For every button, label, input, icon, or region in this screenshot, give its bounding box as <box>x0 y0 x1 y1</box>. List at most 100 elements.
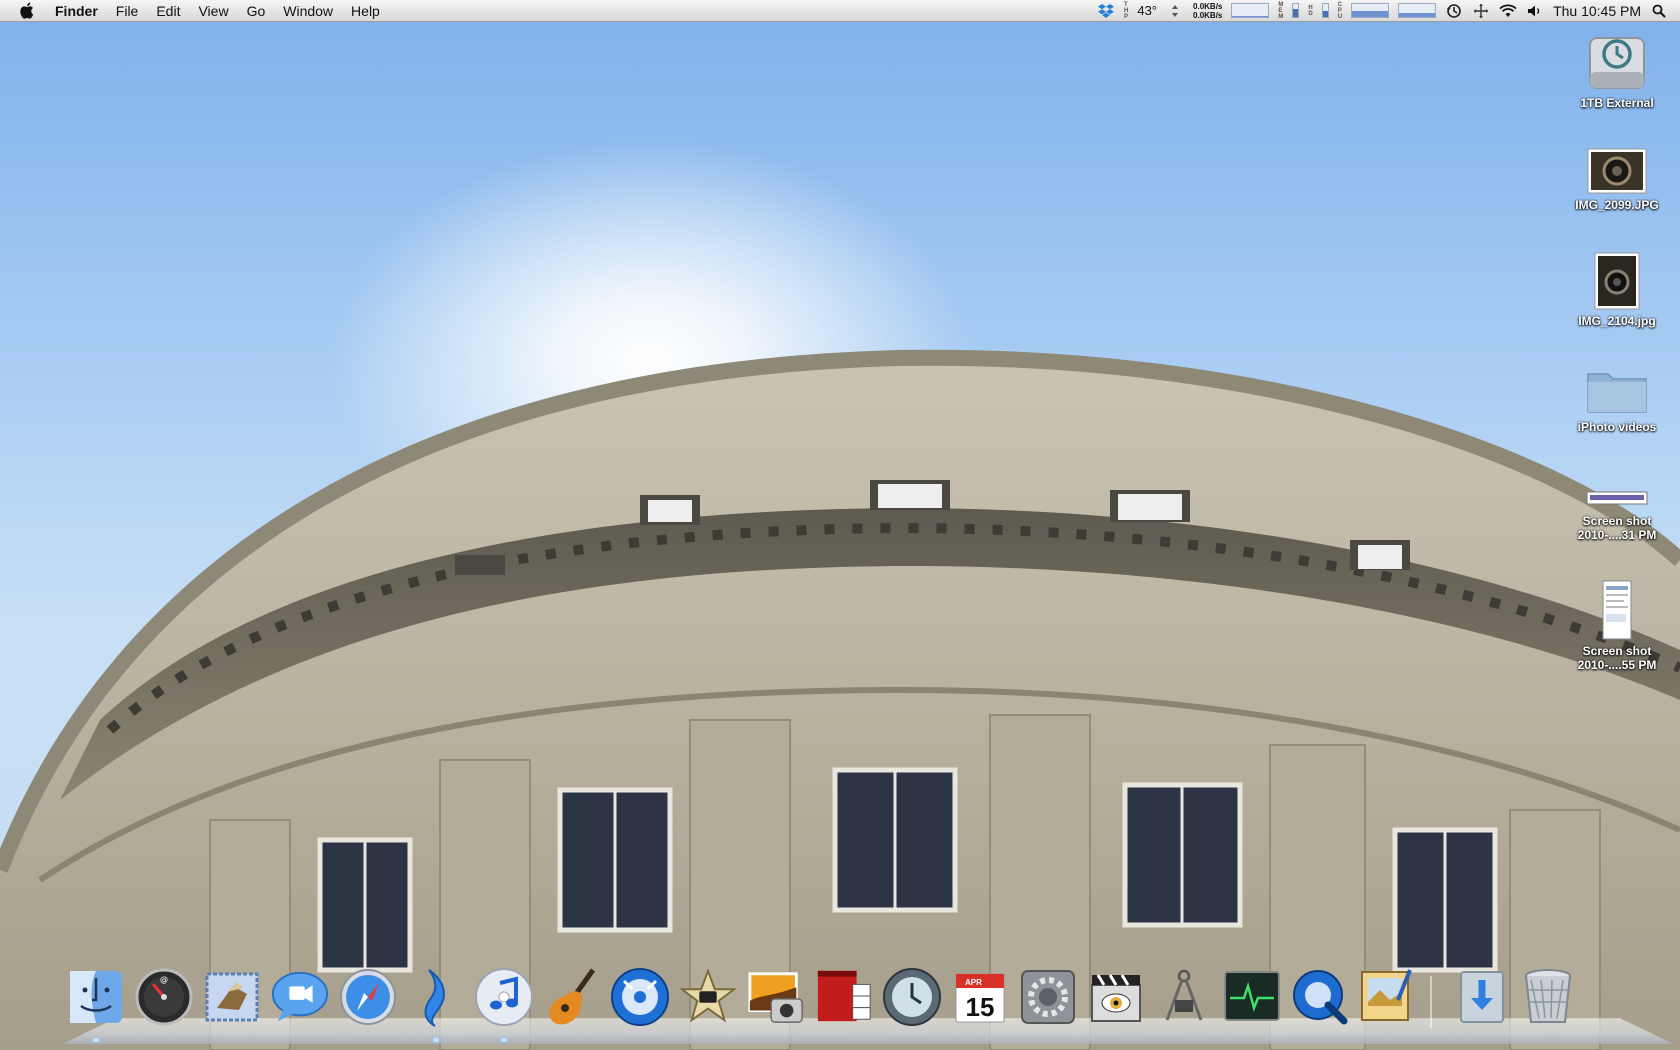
temp-sensor-label-icon: THP <box>1124 1 1129 20</box>
bluetooth-move-icon[interactable] <box>1472 2 1490 20</box>
running-indicator <box>433 1038 439 1042</box>
dock-separator <box>1430 976 1432 1028</box>
dock-item-imovie[interactable] <box>678 966 738 1028</box>
net-down-rate: 0.0KB/s <box>1193 10 1223 20</box>
net-up-rate: 0.0KB/s <box>1193 1 1223 11</box>
menu-edit[interactable]: Edit <box>147 0 189 22</box>
network-graph[interactable] <box>1231 3 1270 18</box>
menu-go[interactable]: Go <box>238 0 275 22</box>
desktop-item-img-2099[interactable]: IMG_2099.JPG <box>1554 148 1680 212</box>
trash-icon <box>1525 969 1571 1023</box>
image-thumbnail-icon <box>1587 148 1647 194</box>
cpu-graph-fill <box>1352 11 1389 17</box>
dock-item-ribbon-app[interactable] <box>406 966 466 1042</box>
dock-item-trash[interactable] <box>1518 966 1578 1028</box>
calendar-icon: APR 15 <box>955 973 1005 1023</box>
photo-booth-icon <box>817 970 871 1022</box>
disk-meter-fill <box>1322 10 1328 17</box>
wifi-icon[interactable] <box>1499 2 1517 20</box>
cpu-graph-2[interactable] <box>1398 3 1437 18</box>
ichat-icon <box>271 971 329 1022</box>
dock-item-activity-monitor[interactable] <box>1222 966 1282 1028</box>
desktop-wallpaper <box>0 349 1680 1050</box>
cpu-graph[interactable] <box>1351 3 1390 18</box>
dock-item-mail[interactable] <box>202 966 262 1028</box>
downloads-stack-icon <box>1460 971 1504 1023</box>
svg-text:@: @ <box>160 975 168 984</box>
menu-clock[interactable]: Thu 10:45 PM <box>1553 3 1641 19</box>
running-indicator <box>93 1038 99 1042</box>
image-thumbnail-icon <box>1594 252 1640 310</box>
desktop-item-img-2104[interactable]: IMG_2104.jpg <box>1554 252 1680 328</box>
desktop-item-label: IMG_2099.JPG <box>1575 198 1659 212</box>
desktop-item-screenshot-31pm[interactable]: Screen shot 2010-....31 PM <box>1554 486 1680 542</box>
dock-item-ical[interactable]: APR 15 <box>950 966 1010 1028</box>
network-rate[interactable]: 0.0KB/s 0.0KB/s <box>1193 2 1222 20</box>
desktop-item-1tb-external[interactable]: 1TB External <box>1554 32 1680 110</box>
folder-icon <box>1587 373 1647 413</box>
finder-icon <box>70 971 122 1023</box>
volume-icon[interactable] <box>1526 2 1544 20</box>
dock-item-downloads[interactable] <box>1452 966 1512 1028</box>
dock-items: @ APR 15 <box>62 962 1674 1042</box>
blue-ribbon-icon <box>424 969 445 1027</box>
dock-item-safari[interactable] <box>338 966 398 1028</box>
dropbox-icon[interactable] <box>1097 2 1115 20</box>
guitar-icon <box>549 968 596 1025</box>
iphoto-icon <box>748 972 803 1023</box>
dock-item-idvd[interactable] <box>610 966 670 1028</box>
desktop-item-screenshot-55pm[interactable]: Screen shot 2010-....55 PM <box>1554 580 1680 672</box>
menu-file[interactable]: File <box>107 0 148 22</box>
spotlight-search-icon[interactable] <box>1650 2 1668 20</box>
dock-item-finder[interactable] <box>66 966 126 1042</box>
compass-icon <box>1165 969 1203 1021</box>
dock-item-ichat[interactable] <box>270 966 330 1028</box>
cpu-graph-2-fill <box>1399 13 1436 17</box>
running-indicator <box>501 1038 507 1042</box>
dock-item-directory-utility[interactable] <box>1154 966 1214 1028</box>
dock-item-system-preferences[interactable] <box>1018 966 1078 1028</box>
desktop-item-label: 1TB External <box>1580 96 1654 110</box>
heartbeat-icon <box>1224 971 1280 1021</box>
temperature-readout[interactable]: 43° <box>1137 3 1157 18</box>
dock-item-quicktime[interactable] <box>1290 966 1350 1028</box>
dock-item-photo-booth[interactable] <box>814 966 874 1028</box>
desktop-item-iphoto-videos[interactable]: iPhoto videos <box>1554 366 1680 434</box>
star-icon <box>678 968 738 1023</box>
dock-item-dashboard[interactable]: @ <box>134 966 194 1028</box>
hd-label-icon: HD <box>1308 4 1313 17</box>
clapper-icon <box>1091 974 1141 1022</box>
cpu-label-icon: CPU <box>1337 1 1343 20</box>
menu-bar: Finder File Edit View Go Window Help THP… <box>0 0 1680 22</box>
desktop-item-label: Screen shot 2010-....55 PM <box>1577 644 1657 672</box>
mem-label-icon: MEM <box>1278 1 1284 20</box>
dock-item-time-machine[interactable] <box>882 966 942 1028</box>
menu-help[interactable]: Help <box>342 0 389 22</box>
network-graph-fill <box>1232 15 1269 17</box>
memory-meter[interactable] <box>1292 3 1300 18</box>
apple-menu-icon[interactable] <box>16 1 36 21</box>
itunes-icon <box>475 968 533 1026</box>
document-thumbnail-icon <box>1602 580 1632 640</box>
dock-item-preview[interactable] <box>1358 966 1418 1028</box>
dock-item-iphoto[interactable] <box>746 966 806 1028</box>
quicktime-icon <box>1293 970 1348 1025</box>
menu-view[interactable]: View <box>189 0 237 22</box>
time-machine-drive-icon <box>1589 37 1645 89</box>
fan-stepper-icon[interactable] <box>1166 2 1184 20</box>
calendar-month: APR <box>965 978 982 987</box>
desktop-item-label: iPhoto videos <box>1577 420 1657 434</box>
menu-app-finder[interactable]: Finder <box>46 0 107 22</box>
preview-icon <box>1361 969 1412 1021</box>
time-machine-status-icon[interactable] <box>1445 2 1463 20</box>
dvd-icon <box>611 968 669 1026</box>
calendar-day: 15 <box>966 992 995 1022</box>
disk-meter[interactable] <box>1321 3 1329 18</box>
dock-item-garageband[interactable] <box>542 966 602 1028</box>
dock-item-front-row[interactable] <box>1086 966 1146 1028</box>
dock-item-itunes[interactable] <box>474 966 534 1042</box>
menu-window[interactable]: Window <box>274 0 342 22</box>
dock: @ APR 15 <box>62 962 1674 1050</box>
mail-icon <box>205 972 259 1022</box>
desktop-item-label: IMG_2104.jpg <box>1578 314 1656 328</box>
